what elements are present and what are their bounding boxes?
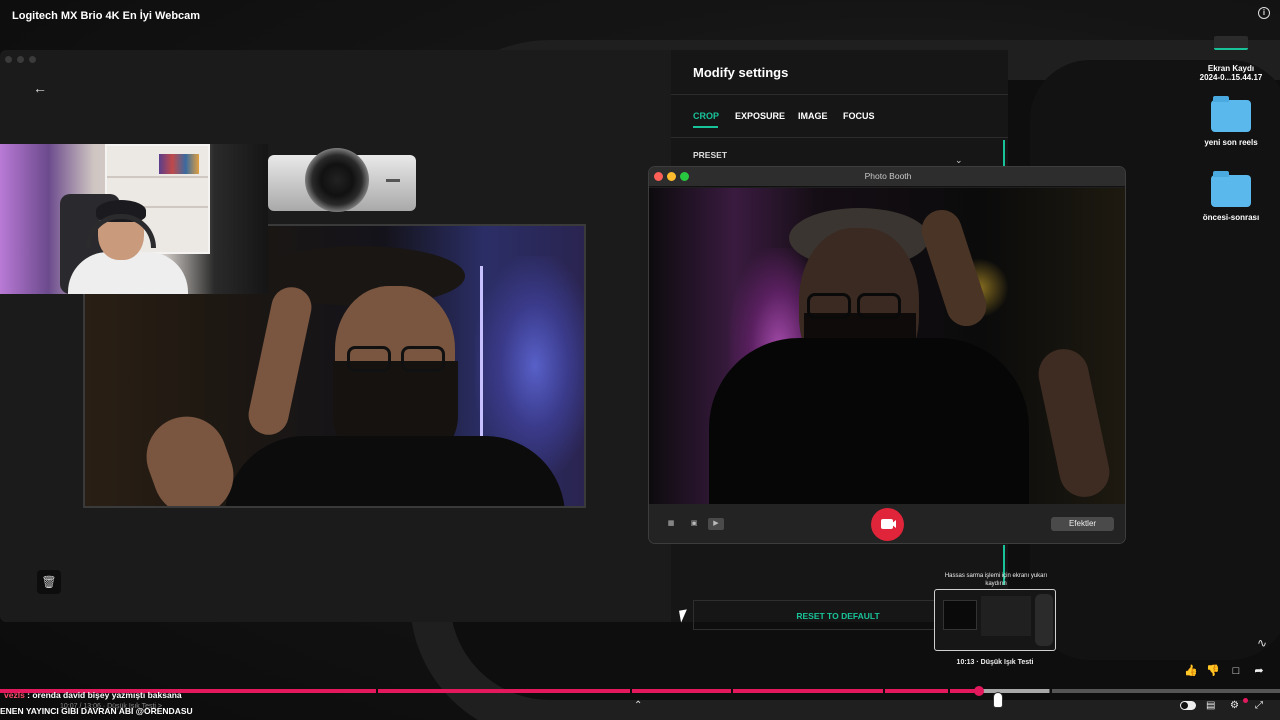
chapter-marker — [731, 689, 733, 693]
divider — [671, 94, 1008, 95]
progress-scrubber[interactable] — [974, 686, 984, 696]
arm — [1033, 344, 1115, 502]
chat-text: : orenda david bişey yazmıştı baksana — [24, 690, 182, 700]
mouse-pointer-icon — [993, 692, 1003, 708]
shelf-board — [107, 176, 208, 178]
settings-gear-icon[interactable]: ⚙ — [1230, 700, 1239, 711]
desktop-item-label: Ekran Kaydı — [1207, 64, 1255, 73]
window-minimize-button[interactable] — [17, 56, 24, 63]
toggle-knob — [1181, 702, 1188, 709]
arm — [135, 405, 245, 506]
share-icon[interactable]: ➦ — [1252, 664, 1266, 678]
glasses-left — [807, 293, 851, 319]
desktop-item-label: yeni son reels — [1204, 138, 1258, 147]
chapter-marker — [630, 689, 632, 693]
window-close-button[interactable] — [5, 56, 12, 63]
thumbnail-content — [1035, 594, 1053, 646]
folder-icon — [1211, 96, 1251, 132]
webcam-indicator — [386, 179, 400, 182]
tab-exposure[interactable]: EXPOSURE — [735, 111, 785, 121]
webcam-lens — [305, 148, 369, 212]
progress-buffer — [979, 689, 1049, 693]
photo-booth-toolbar: ▦ ▣ ▶ Efektler — [649, 504, 1125, 543]
books — [159, 154, 199, 174]
photo-mode-icon[interactable]: ▣ — [686, 518, 702, 530]
panel-title: Modify settings — [693, 65, 789, 80]
info-icon[interactable]: i — [1258, 7, 1270, 19]
trash-icon[interactable]: 🗑 — [37, 570, 61, 594]
dislike-icon[interactable]: 👎 — [1206, 664, 1220, 678]
chevron-down-icon[interactable]: ⌄ — [955, 155, 963, 166]
waveform-icon[interactable]: ∿ — [1257, 636, 1267, 650]
chevron-up-icon[interactable]: ⌃ — [634, 700, 642, 711]
glasses-right — [857, 293, 901, 319]
scrub-preview-caption: 10:13 · Düşük Işık Testi — [956, 659, 1034, 666]
hd-badge — [1243, 698, 1248, 703]
desktop-item-label: öncesi-sonrası — [1202, 213, 1260, 222]
grid-view-icon[interactable]: ▦ — [663, 518, 679, 530]
chapter-marker — [1050, 689, 1052, 693]
raised-hand — [244, 283, 316, 439]
streamer-facecam — [0, 144, 268, 294]
active-tab-indicator — [693, 126, 718, 128]
photo-booth-window: Photo Booth ▦ ▣ ▶ Efektler — [648, 166, 1126, 544]
chat-message: vezls : orenda david bişey yazmıştı baks… — [4, 690, 182, 700]
like-icon[interactable]: 👍 — [1184, 664, 1198, 678]
video-camera-icon-lens — [891, 520, 896, 528]
chapter-marker — [948, 689, 950, 693]
captions-icon[interactable]: ▤ — [1206, 700, 1215, 711]
chapter-marker — [376, 689, 378, 693]
chapter-marker — [883, 689, 885, 693]
back-arrow-icon[interactable]: ← — [33, 80, 47, 96]
effects-button[interactable]: Efektler — [1051, 517, 1114, 531]
photo-booth-title: Photo Booth — [864, 171, 912, 181]
shirt — [225, 436, 565, 506]
thumbnail-content — [981, 596, 1031, 636]
tab-crop[interactable]: CROP — [693, 111, 719, 121]
photo-booth-video — [649, 188, 1125, 504]
thumbnail-content — [943, 600, 977, 630]
video-frame: Logitech MX Brio 4K En İyi Webcam i Ekra… — [0, 0, 1280, 720]
chat-ticker: ENEN YAYINCI GIBI DAVRAN ABI @ORENDASU — [0, 706, 193, 716]
glasses-left — [347, 346, 391, 372]
video-title: Logitech MX Brio 4K En İyi Webcam — [12, 10, 201, 22]
video-mode-icon[interactable]: ▶ — [708, 518, 724, 530]
exit-fullscreen-icon[interactable]: ⤢ — [1255, 700, 1263, 711]
scrub-preview-thumbnail — [934, 589, 1056, 651]
divider — [671, 137, 1008, 138]
tab-image[interactable]: IMAGE — [798, 111, 828, 121]
desktop-item-oncesi-sonrasi[interactable]: öncesi-sonrası — [1186, 171, 1276, 222]
window-zoom-button[interactable] — [29, 56, 36, 63]
desktop-item-screen-recording[interactable]: Ekran Kaydı 2024-0...15.44.17 — [1186, 36, 1276, 82]
desktop-item-yeni-son-reels[interactable]: yeni son reels — [1186, 96, 1276, 147]
folder-icon — [1211, 171, 1251, 207]
scrub-hint: Hassas sarma işlemi için ekranı yukarı k… — [944, 573, 1048, 587]
desktop-item-sublabel: 2024-0...15.44.17 — [1199, 73, 1263, 82]
comment-icon[interactable]: □ — [1229, 664, 1243, 678]
preset-label: PRESET — [693, 150, 728, 160]
chat-username: vezls — [4, 690, 25, 700]
glasses-right — [401, 346, 445, 372]
shirt — [709, 338, 1029, 504]
tab-focus[interactable]: FOCUS — [843, 111, 875, 121]
file-icon — [1214, 36, 1248, 50]
